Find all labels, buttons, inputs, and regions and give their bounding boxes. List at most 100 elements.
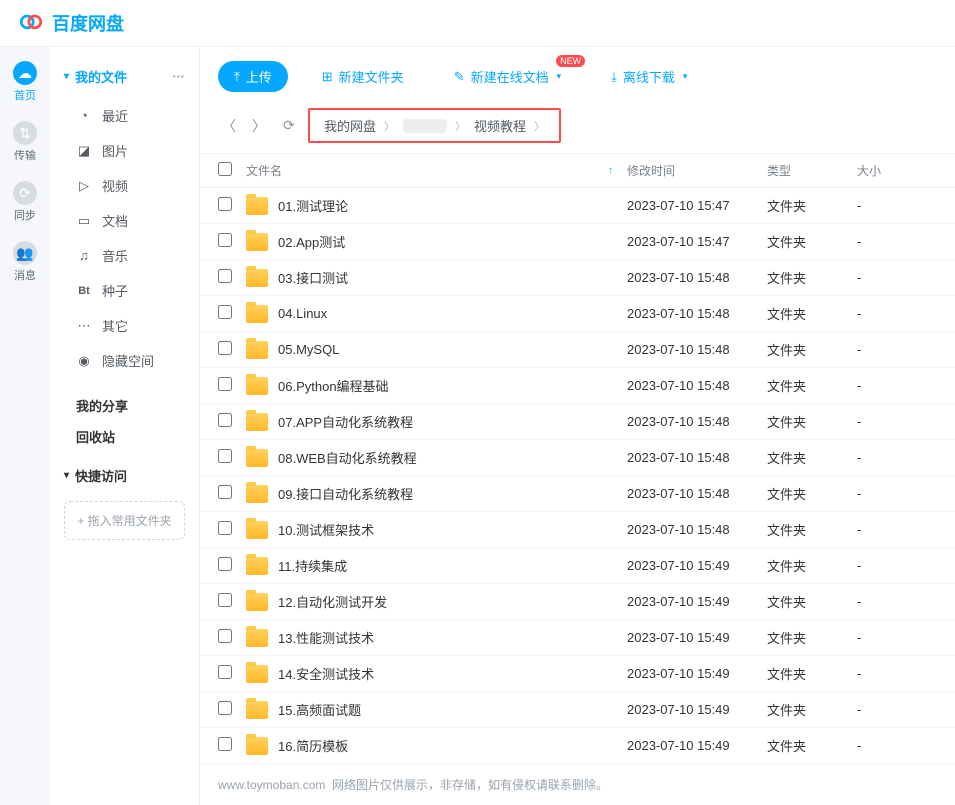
sidebar-item-image[interactable]: ◪图片 <box>50 133 199 168</box>
table-row[interactable]: 04.Linux2023-07-10 15:48文件夹- <box>200 296 955 332</box>
row-mtime: 2023-07-10 15:48 <box>627 306 767 321</box>
row-mtime: 2023-07-10 15:49 <box>627 594 767 609</box>
row-checkbox[interactable] <box>218 305 232 319</box>
brand-title: 百度网盘 <box>52 10 124 36</box>
sidebar-item-music[interactable]: ♫音乐 <box>50 238 199 273</box>
row-size: - <box>857 234 937 249</box>
table-row[interactable]: 07.APP自动化系统教程2023-07-10 15:48文件夹- <box>200 404 955 440</box>
crumb-current[interactable]: 视频教程 <box>474 116 526 135</box>
sidebar-item-play[interactable]: ▷视频 <box>50 168 199 203</box>
table-row[interactable]: 01.测试理论2023-07-10 15:47文件夹- <box>200 188 955 224</box>
row-type: 文件夹 <box>767 412 857 431</box>
new-online-doc-button[interactable]: ✎ 新建在线文档 ▾ NEW <box>438 61 577 92</box>
row-checkbox[interactable] <box>218 665 232 679</box>
row-checkbox[interactable] <box>218 701 232 715</box>
rail-home[interactable]: ☁ 首页 <box>13 61 37 103</box>
row-name: 16.简历模板 <box>278 736 348 755</box>
sort-asc-icon[interactable]: ↑ <box>608 165 613 176</box>
nav-forward-button[interactable]: 〉 <box>248 115 270 137</box>
chevron-right-icon: 〉 <box>384 118 395 134</box>
folder-icon <box>246 197 268 215</box>
offline-download-button[interactable]: ⤓ 离线下载 ▾ <box>595 61 703 92</box>
new-folder-button[interactable]: ⊞ 新建文件夹 <box>306 61 420 92</box>
table-row[interactable]: 12.自动化测试开发2023-07-10 15:49文件夹- <box>200 584 955 620</box>
row-checkbox[interactable] <box>218 593 232 607</box>
sidebar-item-clock[interactable]: ◔最近 <box>50 98 199 133</box>
row-name: 03.接口测试 <box>278 268 348 287</box>
row-name: 10.测试框架技术 <box>278 520 374 539</box>
col-type-header[interactable]: 类型 <box>767 162 857 179</box>
row-type: 文件夹 <box>767 376 857 395</box>
row-checkbox[interactable] <box>218 413 232 427</box>
more-icon[interactable]: ⋮ <box>172 70 186 83</box>
download-icon: ⤓ <box>611 69 617 85</box>
table-row[interactable]: 15.高频面试题2023-07-10 15:49文件夹- <box>200 692 955 728</box>
nav-section-quick[interactable]: ▾ 快捷访问 <box>50 460 199 491</box>
row-checkbox[interactable] <box>218 197 232 211</box>
table-row[interactable]: 11.持续集成2023-07-10 15:49文件夹- <box>200 548 955 584</box>
rail-transfer[interactable]: ⇅ 传输 <box>13 121 37 163</box>
crumb-redacted[interactable] <box>403 119 447 133</box>
sidebar-item-doc[interactable]: ▭文档 <box>50 203 199 238</box>
table-row[interactable]: 08.WEB自动化系统教程2023-07-10 15:48文件夹- <box>200 440 955 476</box>
sidebar-item-shield[interactable]: ◉隐藏空间 <box>50 343 199 378</box>
rail-message[interactable]: 👥 消息 <box>13 241 37 283</box>
row-name: 11.持续集成 <box>278 556 347 575</box>
crumb-root[interactable]: 我的网盘 <box>324 116 376 135</box>
row-type: 文件夹 <box>767 196 857 215</box>
table-row[interactable]: 06.Python编程基础2023-07-10 15:48文件夹- <box>200 368 955 404</box>
row-checkbox[interactable] <box>218 629 232 643</box>
app-header: 百度网盘 <box>0 0 955 47</box>
quick-dropzone[interactable]: + 拖入常用文件夹 <box>64 501 185 540</box>
row-type: 文件夹 <box>767 556 857 575</box>
col-size-header[interactable]: 大小 <box>857 162 937 179</box>
table-row[interactable]: 03.接口测试2023-07-10 15:48文件夹- <box>200 260 955 296</box>
nav-my-share[interactable]: 我的分享 <box>50 390 199 421</box>
table-row[interactable]: 02.App测试2023-07-10 15:47文件夹- <box>200 224 955 260</box>
breadcrumb-bar: 〈 〉 ⟳ 我的网盘 〉 〉 视频教程 〉 <box>200 102 955 153</box>
table-row[interactable]: 05.MySQL2023-07-10 15:48文件夹- <box>200 332 955 368</box>
upload-button[interactable]: ⤒ 上传 <box>218 61 288 92</box>
nav-recycle[interactable]: 回收站 <box>50 421 199 452</box>
row-type: 文件夹 <box>767 448 857 467</box>
row-size: - <box>857 702 937 717</box>
row-checkbox[interactable] <box>218 341 232 355</box>
row-checkbox[interactable] <box>218 557 232 571</box>
row-name: 14.安全测试技术 <box>278 664 374 683</box>
rail-label: 传输 <box>14 147 36 163</box>
row-checkbox[interactable] <box>218 269 232 283</box>
row-size: - <box>857 270 937 285</box>
sidebar-item-label: 音乐 <box>102 246 128 265</box>
row-checkbox[interactable] <box>218 377 232 391</box>
table-header: 文件名 ↑ 修改时间 类型 大小 <box>200 153 955 188</box>
nav-refresh-button[interactable]: ⟳ <box>278 115 300 137</box>
row-mtime: 2023-07-10 15:48 <box>627 450 767 465</box>
sidebar-item-dots[interactable]: ⋯其它 <box>50 308 199 343</box>
btn-label: 新建在线文档 <box>471 67 549 86</box>
table-row[interactable]: 14.安全测试技术2023-07-10 15:49文件夹- <box>200 656 955 692</box>
sidebar-item-Bt[interactable]: Bt种子 <box>50 273 199 308</box>
row-checkbox[interactable] <box>218 233 232 247</box>
row-checkbox[interactable] <box>218 449 232 463</box>
rail-label: 首页 <box>14 87 36 103</box>
table-row[interactable]: 13.性能测试技术2023-07-10 15:49文件夹- <box>200 620 955 656</box>
row-checkbox[interactable] <box>218 485 232 499</box>
row-mtime: 2023-07-10 15:49 <box>627 666 767 681</box>
nav-section-myfiles[interactable]: ▾ 我的文件 ⋮ <box>50 61 199 92</box>
table-row[interactable]: 10.测试框架技术2023-07-10 15:48文件夹- <box>200 512 955 548</box>
row-checkbox[interactable] <box>218 737 232 751</box>
rail-sync[interactable]: ⟳ 同步 <box>13 181 37 223</box>
table-row[interactable]: 09.接口自动化系统教程2023-07-10 15:48文件夹- <box>200 476 955 512</box>
row-mtime: 2023-07-10 15:48 <box>627 486 767 501</box>
sidebar-item-label: 其它 <box>102 316 128 335</box>
row-type: 文件夹 <box>767 520 857 539</box>
table-row[interactable]: 16.简历模板2023-07-10 15:49文件夹- <box>200 728 955 764</box>
col-name-header[interactable]: 文件名 <box>246 162 282 179</box>
row-checkbox[interactable] <box>218 521 232 535</box>
row-size: - <box>857 486 937 501</box>
sync-icon: ⟳ <box>13 181 37 205</box>
nav-back-button[interactable]: 〈 <box>218 115 240 137</box>
col-mtime-header[interactable]: 修改时间 <box>627 162 767 179</box>
sidebar-item-label: 种子 <box>102 281 128 300</box>
select-all-checkbox[interactable] <box>218 162 232 176</box>
